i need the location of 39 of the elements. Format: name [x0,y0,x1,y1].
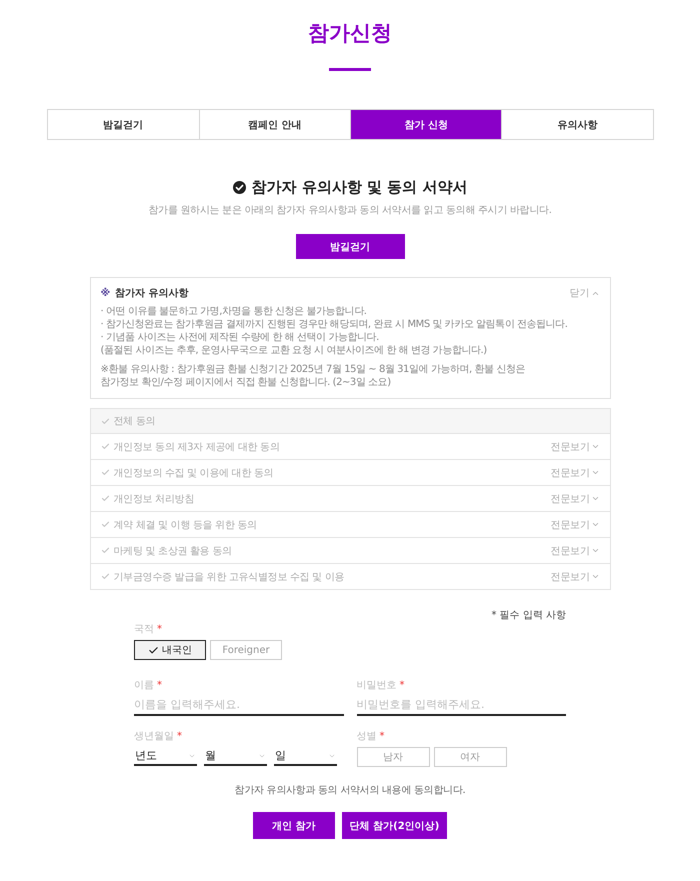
title-accent-bar [329,68,371,71]
tab[interactable]: 참가 신청 [350,110,502,139]
check-icon[interactable] [100,546,110,555]
section-description: 참가를 원하시는 분은 아래의 참가자 유의사항과 동의 서약서를 읽고 동의해 주시기 바랍니다. [148,204,552,217]
check-icon[interactable] [100,442,110,451]
agreement-label: 개인정보의 수집 및 이용에 대한 동의 [114,466,274,480]
notice-title: ※ 참가자 유의사항 [100,286,189,300]
check-icon[interactable] [100,520,110,529]
notice-line: · 참가신청완료는 참가후원금 결제까지 진행된 경우만 해당되며, 완료 시 MMS 및 카카오 알림톡이 전송됩니다. [100,318,569,331]
agreement-label: 개인정보 동의 제3자 제공에 대한 동의 [114,440,280,454]
field-label: 비밀번호 * [356,680,404,692]
agreement-label: 전체 동의 [114,415,156,428]
consent-text: 참가자 유의사항과 동의 서약서의 내용에 동의합니다. [234,784,466,797]
section-heading: 참가자 유의사항 및 동의 서약서 [252,178,468,196]
page-title: 참가신청 [308,20,392,46]
check-icon[interactable] [100,416,110,426]
agreement-label: 마케팅 및 초상권 활용 동의 [114,544,232,558]
field-label: 이름 * [134,680,162,692]
group-join-button[interactable]: 단체 참가(2인이상) [342,812,448,839]
notice-line: · 어떤 이유를 불문하고 가명,차명을 통한 신청은 불가능합니다. [100,305,368,318]
field-label: 성별 * [356,731,384,743]
field-label: 생년월일 * [134,731,182,743]
agreement-label: 계약 체결 및 이행 등을 위한 동의 [114,518,257,532]
check-icon[interactable] [100,494,110,503]
refund-notice-line: ※환불 유의사항 : 참가후원금 환불 신청기간 2025년 7월 15일 ~ 8월 31일에 가능하며, 환불 신청은 [100,363,526,376]
field-label: 국적 * [134,624,162,636]
walk-button[interactable]: 밤길걷기 [296,234,404,259]
check-icon[interactable] [100,468,110,477]
check-icon [148,644,159,656]
check-icon[interactable] [100,572,110,581]
individual-join-button[interactable]: 개인 참가 [252,812,335,839]
check-circle-icon [232,180,246,194]
refund-notice-line: 참가정보 확인/수정 페이지에서 직접 환불 신청합니다. (2~3일 소요) [100,376,392,389]
required-note: * 필수 입력 사항 [491,609,566,622]
agreement-label: 개인정보 처리방침 [114,492,194,506]
agreement-label: 기부금영수증 발급을 위한 고유식별정보 수집 및 이용 [114,570,344,584]
notice-line: · 기념품 사이즈는 사전에 제작된 수량에 한 해 선택이 가능합니다. [100,331,380,344]
notice-line: (품절된 사이즈는 추후, 운영사무국으로 교환 요청 시 여분사이즈에 한 해 변경 가능합니다.) [100,344,488,357]
nationality-option[interactable]: 내국인 [134,640,206,660]
